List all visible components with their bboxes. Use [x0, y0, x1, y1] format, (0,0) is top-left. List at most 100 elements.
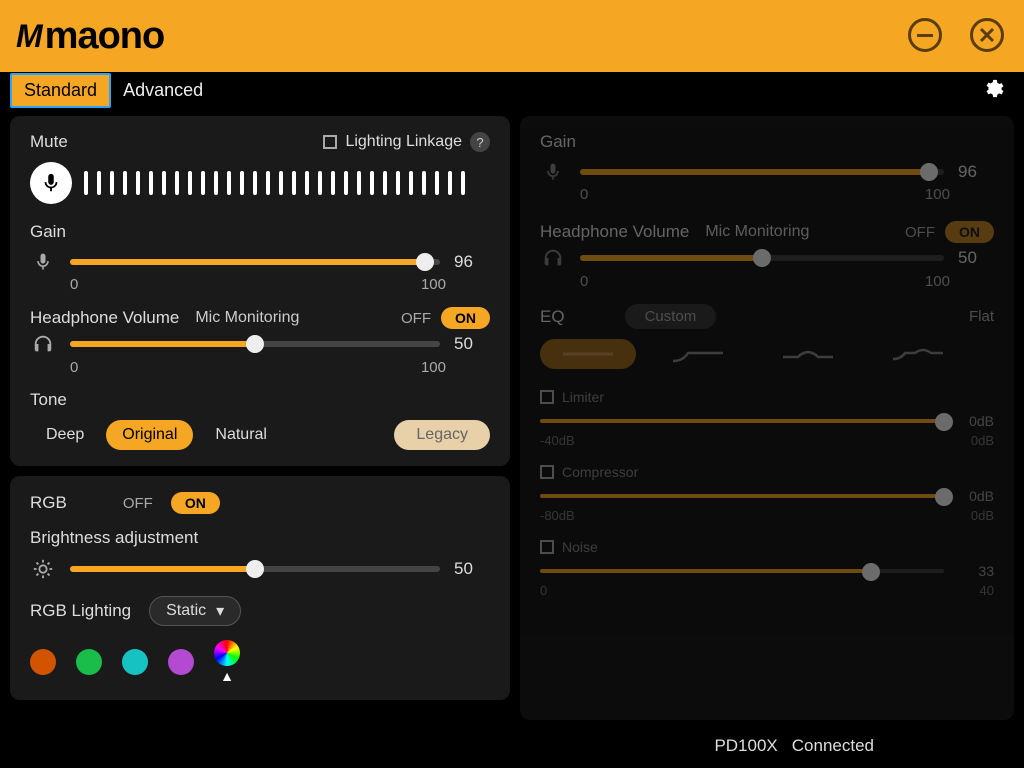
eq-preset-highpass[interactable]	[650, 339, 746, 369]
brightness-value: 50	[454, 559, 490, 579]
hp-min: 0	[70, 359, 78, 376]
limiter-slider[interactable]	[540, 419, 944, 423]
eq-preset-scoop[interactable]	[870, 339, 966, 369]
color-swatch-2[interactable]	[76, 649, 102, 675]
connection-state: Connected	[792, 736, 874, 756]
adv-hp-max: 100	[925, 273, 950, 290]
adv-gain-value: 96	[958, 162, 994, 182]
tone-deep[interactable]: Deep	[30, 420, 100, 450]
tone-original[interactable]: Original	[106, 420, 193, 450]
audio-panel: Lighting Linkage ? Mute Gain	[10, 116, 510, 466]
rgb-mode-value: Static	[166, 602, 206, 620]
adv-monitoring-on[interactable]: ON	[945, 221, 994, 243]
compressor-max: 0dB	[971, 508, 994, 523]
eq-label: EQ	[540, 307, 565, 327]
hp-max: 100	[421, 359, 446, 376]
tab-bar: Standard Advanced	[0, 72, 1024, 108]
eq-custom-button[interactable]: Custom	[625, 304, 717, 329]
headphone-label: Headphone Volume	[30, 308, 179, 328]
headphone-value: 50	[454, 334, 490, 354]
rgb-lighting-label: RGB Lighting	[30, 601, 131, 621]
limiter-toggle[interactable]: Limiter	[540, 389, 994, 405]
brand-name: maono	[45, 15, 165, 58]
rgb-mode-select[interactable]: Static ▾	[149, 596, 241, 626]
adv-gain-slider[interactable]	[580, 169, 944, 175]
compressor-value: 0dB	[954, 488, 994, 504]
title-bar: M maono	[0, 0, 1024, 72]
tab-standard[interactable]: Standard	[10, 73, 111, 108]
compressor-toggle[interactable]: Compressor	[540, 464, 994, 480]
gain-value: 96	[454, 252, 490, 272]
headphone-slider[interactable]	[70, 341, 440, 347]
rgb-label: RGB	[30, 493, 67, 513]
headphones-icon	[540, 247, 566, 269]
tone-label: Tone	[30, 390, 490, 410]
lighting-linkage-toggle[interactable]: Lighting Linkage ?	[323, 132, 490, 152]
gain-min: 0	[70, 276, 78, 293]
chevron-down-icon: ▾	[216, 601, 224, 621]
adv-hp-slider[interactable]	[580, 255, 944, 261]
minimize-button[interactable]	[908, 18, 942, 52]
brightness-label: Brightness adjustment	[30, 528, 490, 548]
tone-natural[interactable]: Natural	[199, 420, 283, 450]
eq-flat-label: Flat	[969, 308, 994, 325]
adv-gain-label: Gain	[540, 132, 994, 152]
rgb-panel: RGB OFF ON Brightness adjustment 50 RGB …	[10, 476, 510, 700]
limiter-label: Limiter	[562, 389, 604, 405]
color-swatch-4[interactable]	[168, 649, 194, 675]
noise-min: 0	[540, 583, 547, 598]
mic-icon	[30, 252, 56, 272]
checkbox-icon	[323, 135, 337, 149]
level-meter	[84, 171, 465, 195]
rgb-on[interactable]: ON	[171, 492, 220, 514]
adv-mic-monitoring: Mic Monitoring	[705, 223, 809, 241]
gear-icon[interactable]	[982, 78, 1004, 100]
adv-hp-min: 0	[580, 273, 588, 290]
headphones-icon	[30, 333, 56, 355]
gain-slider[interactable]	[70, 259, 440, 265]
selected-indicator-icon: ▲	[220, 668, 234, 684]
gain-label: Gain	[30, 222, 490, 242]
mute-button[interactable]	[30, 162, 72, 204]
noise-max: 40	[980, 583, 994, 598]
eq-preset-flat[interactable]	[540, 339, 636, 369]
mic-icon	[540, 162, 566, 182]
advanced-panel: Gain 96 0 100 Headphone Volume Mic Monito…	[520, 116, 1014, 720]
close-button[interactable]	[970, 18, 1004, 52]
color-picker-icon[interactable]	[214, 640, 240, 666]
compressor-slider[interactable]	[540, 494, 944, 498]
checkbox-icon	[540, 465, 554, 479]
noise-slider[interactable]	[540, 569, 944, 573]
monitoring-off[interactable]: OFF	[401, 310, 431, 327]
adv-monitoring-off[interactable]: OFF	[905, 224, 935, 241]
color-swatch-3[interactable]	[122, 649, 148, 675]
eq-preset-presence[interactable]	[760, 339, 856, 369]
limiter-max: 0dB	[971, 433, 994, 448]
brightness-slider[interactable]	[70, 566, 440, 572]
monitoring-on[interactable]: ON	[441, 307, 490, 329]
compressor-min: -80dB	[540, 508, 575, 523]
tab-advanced[interactable]: Advanced	[111, 75, 215, 106]
brand-logo: M maono	[16, 15, 164, 58]
checkbox-icon	[540, 540, 554, 554]
gain-max: 100	[421, 276, 446, 293]
limiter-min: -40dB	[540, 433, 575, 448]
rgb-off[interactable]: OFF	[123, 495, 153, 512]
mic-monitoring-label: Mic Monitoring	[195, 309, 299, 327]
lighting-linkage-label: Lighting Linkage	[345, 133, 462, 151]
logo-mark-icon: M	[16, 18, 43, 55]
noise-toggle[interactable]: Noise	[540, 539, 994, 555]
device-name: PD100X	[714, 736, 777, 756]
adv-hp-label: Headphone Volume	[540, 222, 689, 242]
help-icon[interactable]: ?	[470, 132, 490, 152]
sun-icon	[30, 558, 56, 580]
status-bar: PD100X Connected	[714, 736, 874, 756]
color-swatch-1[interactable]	[30, 649, 56, 675]
noise-value: 33	[954, 563, 994, 579]
adv-gain-min: 0	[580, 186, 588, 203]
tone-legacy[interactable]: Legacy	[394, 420, 490, 450]
compressor-label: Compressor	[562, 464, 638, 480]
noise-label: Noise	[562, 539, 598, 555]
adv-gain-max: 100	[925, 186, 950, 203]
checkbox-icon	[540, 390, 554, 404]
